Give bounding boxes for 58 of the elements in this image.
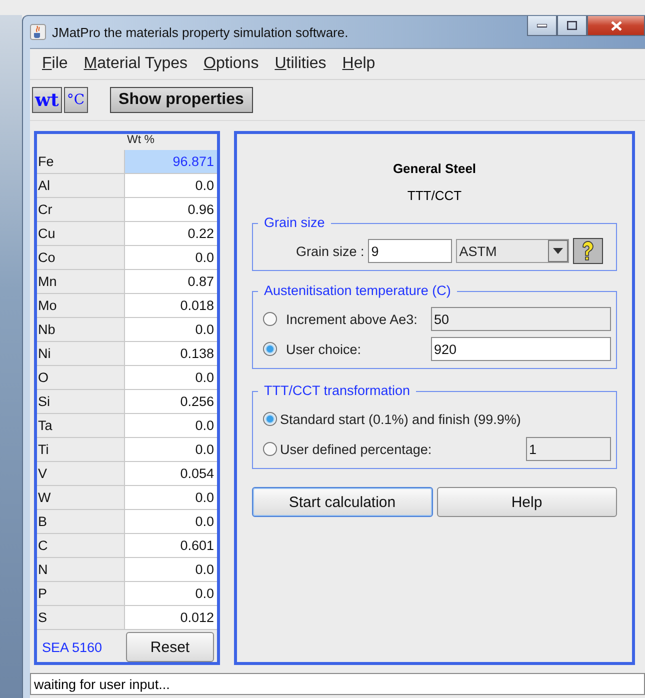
value-cell[interactable]: 0.012 — [125, 606, 217, 629]
value-cell[interactable]: 0.0 — [125, 486, 217, 509]
value-cell[interactable]: 0.22 — [125, 222, 217, 245]
panel-title: General Steel — [392, 161, 476, 176]
group-legend: TTT/CCT transformation — [258, 383, 416, 398]
value-cell[interactable]: 0.256 — [125, 390, 217, 413]
value-cell[interactable]: 0.138 — [125, 342, 217, 365]
column-header: Wt % — [126, 134, 156, 148]
reset-button[interactable]: Reset — [126, 632, 214, 662]
value-cell[interactable]: 0.0 — [125, 318, 217, 341]
value-cell[interactable]: 0.87 — [125, 270, 217, 293]
menu-item[interactable]: File — [36, 55, 74, 73]
value-cell[interactable]: 0.054 — [125, 462, 217, 485]
help-question-icon[interactable] — [573, 238, 604, 264]
radio-button[interactable] — [263, 342, 277, 356]
value-cell[interactable]: 0.96 — [125, 198, 217, 221]
close-icon — [610, 20, 622, 30]
menu-item[interactable]: Options — [198, 55, 265, 73]
maximize-button[interactable] — [557, 16, 587, 36]
unit-button[interactable]: °C — [64, 87, 88, 113]
show-properties-button[interactable]: Show properties — [110, 87, 253, 113]
menu-item[interactable]: Help — [336, 55, 382, 73]
action-button[interactable]: Start calculation — [252, 487, 432, 517]
value-cell[interactable]: 0.0 — [125, 558, 217, 581]
unit-button[interactable]: wt — [32, 87, 62, 113]
radio-button[interactable] — [263, 412, 277, 426]
value-cell[interactable]: 0.601 — [125, 534, 217, 557]
minimize-icon — [537, 24, 547, 28]
value-cell[interactable]: 0.0 — [125, 414, 217, 437]
group-legend: Austenitisation temperature (C) — [258, 283, 457, 298]
value-cell[interactable]: 0.0 — [125, 174, 217, 197]
option-label: Increment above Ae3: — [286, 312, 418, 326]
panel-subtitle: TTT/CCT — [407, 188, 462, 203]
value-cell[interactable]: 0.0 — [125, 366, 217, 389]
close-button[interactable] — [587, 16, 645, 36]
action-button[interactable]: Help — [436, 487, 617, 517]
value-cell[interactable]: 0.0 — [125, 246, 217, 269]
group-legend: Grain size — [258, 215, 331, 230]
java-cup-icon — [30, 24, 46, 40]
menu-item[interactable]: Utilities — [268, 55, 332, 73]
value-cell[interactable]: 0.0 — [125, 510, 217, 533]
steel-grade: SEA 5160 — [42, 640, 102, 654]
grain-size-field[interactable]: 9 — [368, 239, 452, 263]
temperature-field[interactable]: 920 — [431, 337, 611, 361]
maximize-icon — [567, 21, 577, 30]
value-cell[interactable]: 0.0 — [125, 438, 217, 461]
value-cell[interactable]: 96.871 — [125, 150, 217, 173]
option-label: User choice: — [286, 342, 362, 356]
value-cell[interactable]: 0.018 — [125, 294, 217, 317]
option-label: Standard start (0.1%) and finish (99.9%) — [280, 412, 521, 426]
value-cell[interactable]: 0.0 — [125, 582, 217, 605]
status-text: waiting for user input... — [33, 676, 170, 692]
grain-size-label: Grain size : — [296, 244, 364, 258]
option-label: User defined percentage: — [280, 442, 432, 456]
unit-dropdown[interactable]: ASTM — [456, 239, 570, 263]
menu-item[interactable]: Material Types — [78, 55, 194, 73]
minimize-button[interactable] — [527, 16, 557, 36]
window-title: JMatPro the materials property simulation software. — [52, 24, 348, 40]
